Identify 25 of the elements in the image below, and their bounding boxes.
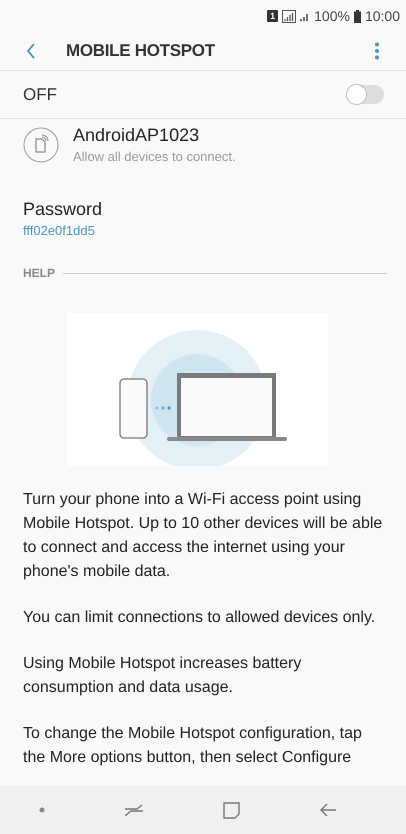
signal-icon bbox=[282, 10, 296, 22]
signal-icon bbox=[300, 11, 310, 21]
clock: 10:00 bbox=[364, 8, 400, 24]
recents-icon[interactable] bbox=[124, 803, 144, 817]
network-name[interactable]: AndroidAP1023 bbox=[73, 125, 236, 146]
screen-title: MOBILE HOTSPOT bbox=[66, 41, 216, 61]
help-paragraph: Turn your phone into a Wi-Fi access point using Mobile Hotspot. Up to 10 other devices will be able to connect and access the internet using your phone's mobile data. bbox=[23, 490, 383, 582]
dot-icon bbox=[39, 807, 46, 813]
password-value: fff02e0f1dd5 bbox=[23, 223, 96, 238]
help-paragraph: You can limit connections to allowed devices only. bbox=[23, 608, 376, 628]
back-icon[interactable] bbox=[318, 803, 337, 817]
home-icon[interactable] bbox=[222, 802, 240, 818]
help-paragraph: Using Mobile Hotspot increases battery consumption and data usage. bbox=[23, 654, 302, 698]
password-label[interactable]: Password bbox=[23, 199, 383, 220]
network-subtitle: Allow all devices to connect. bbox=[73, 149, 236, 164]
sim-icon: 1 bbox=[267, 10, 278, 22]
section-heading: HELP bbox=[23, 266, 56, 280]
phone-hotspot-icon bbox=[23, 126, 59, 162]
battery-icon bbox=[354, 10, 361, 22]
switch-label: OFF bbox=[23, 84, 57, 104]
battery-percentage: 100% bbox=[314, 8, 350, 24]
hotspot-toggle[interactable] bbox=[347, 85, 384, 104]
help-paragraph: To change the Mobile Hotspot configuration, tap the More options button, then select Configure bbox=[23, 724, 363, 768]
back-icon[interactable] bbox=[26, 43, 36, 59]
more-options-icon[interactable] bbox=[374, 42, 380, 60]
